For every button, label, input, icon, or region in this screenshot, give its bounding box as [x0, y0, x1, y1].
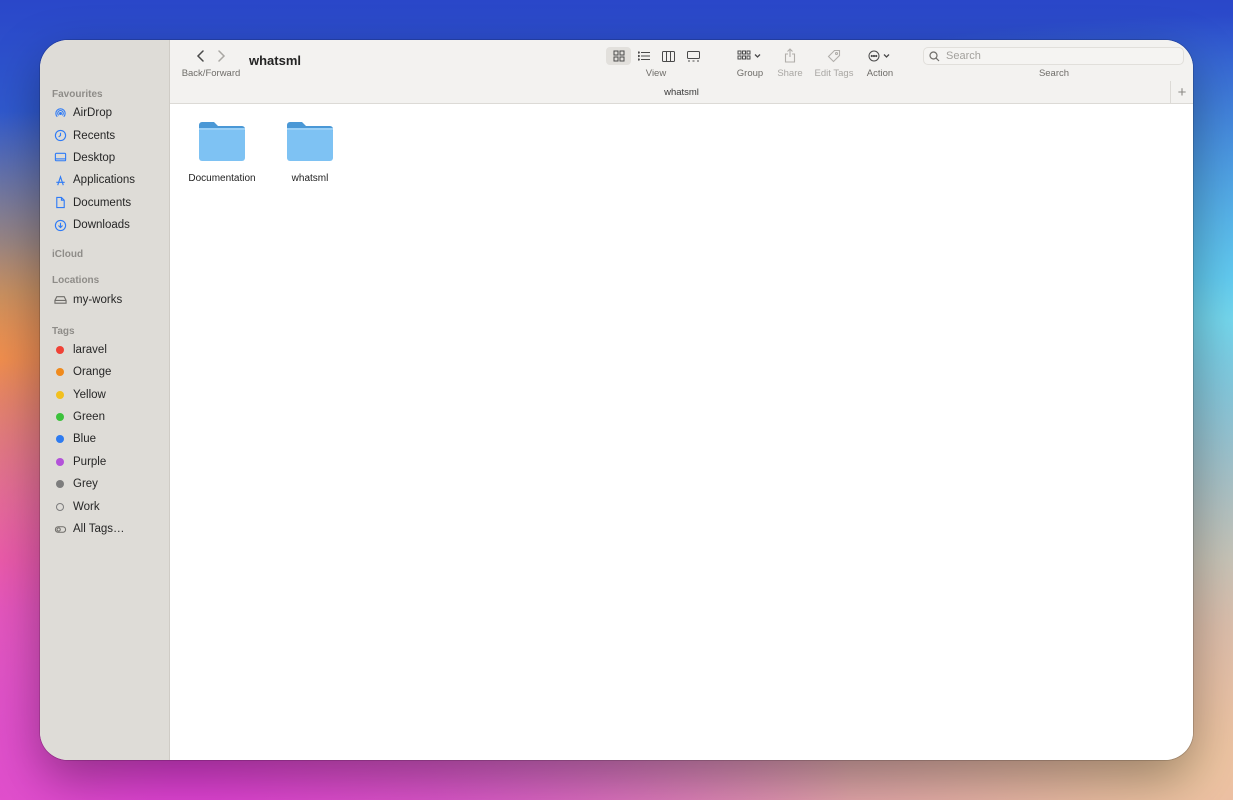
action-label: Action — [866, 68, 894, 79]
columns-icon — [662, 50, 675, 62]
share-label: Share — [777, 68, 803, 79]
drive-icon — [53, 293, 67, 307]
sidebar-item-desktop[interactable]: Desktop — [40, 147, 169, 169]
sidebar-item-label: Purple — [73, 455, 107, 468]
window-title: whatsml — [249, 53, 302, 68]
icon-view-button[interactable] — [606, 47, 631, 65]
folder-icon — [199, 122, 245, 161]
sidebar-section-favourites: Favourites — [52, 89, 103, 100]
sidebar-item-label: All Tags… — [73, 523, 125, 536]
sidebar-tag-blue[interactable]: Blue — [40, 428, 169, 450]
chevron-right-icon — [218, 50, 226, 62]
tag-dot-icon — [53, 365, 67, 379]
sidebar-item-label: Yellow — [73, 388, 106, 401]
sidebar-item-label: my-works — [73, 293, 123, 306]
sidebar-item-airdrop[interactable]: AirDrop — [40, 102, 169, 124]
tag-dot-icon — [53, 477, 67, 491]
document-icon — [53, 196, 67, 210]
sidebar-item-label: Grey — [73, 478, 98, 491]
tag-dot-icon — [53, 455, 67, 469]
edit-tags-label: Edit Tags — [814, 68, 854, 79]
column-view-button[interactable] — [656, 47, 681, 65]
sidebar-all-tags[interactable]: All Tags… — [40, 518, 169, 540]
list-view-button[interactable] — [631, 47, 656, 65]
sidebar-item-label: AirDrop — [73, 107, 112, 120]
search-field[interactable] — [923, 47, 1184, 65]
tag-icon — [827, 49, 841, 62]
sidebar-tag-laravel[interactable]: laravel — [40, 339, 169, 361]
sidebar-item-label: Work — [73, 500, 100, 513]
sidebar-tag-purple[interactable]: Purple — [40, 451, 169, 473]
folder-item-whatsml[interactable]: whatsml — [270, 119, 350, 184]
sidebar-section-icloud[interactable]: iCloud — [40, 247, 169, 262]
tag-dot-icon — [53, 388, 67, 402]
search-label: Search — [1038, 68, 1070, 79]
view-switcher — [606, 47, 706, 65]
folder-icon — [287, 122, 333, 161]
tag-dot-icon — [53, 343, 67, 357]
airdrop-icon — [53, 106, 67, 120]
group-button[interactable] — [735, 48, 765, 64]
sidebar-item-applications[interactable]: Applications — [40, 169, 169, 191]
action-button[interactable] — [867, 48, 895, 64]
plus-icon: + — [1177, 84, 1187, 101]
new-tab-button[interactable]: + — [1170, 81, 1193, 104]
back-button[interactable] — [192, 48, 210, 64]
sidebar-tag-grey[interactable]: Grey — [40, 473, 169, 495]
sidebar-item-label: Green — [73, 411, 105, 424]
sidebar: Favourites AirDrop Recents Desktop Appli… — [40, 40, 170, 760]
sidebar-item-documents[interactable]: Documents — [40, 192, 169, 214]
search-icon — [929, 50, 940, 61]
sidebar-section-locations: Locations — [52, 275, 100, 287]
sidebar-item-label: Downloads — [73, 219, 130, 232]
sidebar-item-label: Orange — [73, 366, 112, 379]
list-icon — [637, 51, 650, 61]
toolbar: Back/Forward whatsml View Group Share Ed… — [170, 40, 1193, 104]
view-label: View — [645, 68, 667, 79]
sidebar-item-downloads[interactable]: Downloads — [40, 214, 169, 236]
sidebar-item-recents[interactable]: Recents — [40, 124, 169, 146]
back-forward-label: Back/Forward — [181, 68, 241, 79]
grid-icon — [613, 50, 624, 62]
gallery-icon — [687, 50, 700, 61]
path-bar-title: whatsml — [664, 87, 699, 98]
share-icon — [784, 48, 796, 63]
all-tags-icon — [53, 522, 67, 536]
tag-dot-icon — [53, 410, 67, 424]
sidebar-tag-work[interactable]: Work — [40, 495, 169, 517]
main-area: Back/Forward whatsml View Group Share Ed… — [170, 40, 1193, 760]
forward-button[interactable] — [212, 48, 230, 64]
share-button[interactable] — [782, 47, 798, 64]
sidebar-item-label: Desktop — [73, 151, 116, 164]
tag-dot-icon — [53, 500, 67, 514]
sidebar-item-label: Applications — [73, 174, 136, 187]
sidebar-item-label: Blue — [73, 433, 97, 446]
download-icon — [53, 218, 67, 232]
file-name: whatsml — [291, 173, 329, 184]
group-label: Group — [736, 68, 764, 79]
ellipsis-circle-icon — [868, 50, 890, 62]
file-name: Documentation — [188, 173, 256, 184]
group-grid-icon — [737, 50, 761, 60]
desktop-icon — [53, 151, 67, 165]
applications-icon — [53, 173, 67, 187]
search-input[interactable] — [946, 50, 1166, 62]
folder-item-documentation[interactable]: Documentation — [182, 119, 262, 184]
edit-tags-button[interactable] — [826, 47, 842, 64]
sidebar-section-tags: Tags — [52, 325, 75, 337]
finder-window: Favourites AirDrop Recents Desktop Appli… — [40, 40, 1193, 760]
sidebar-item-label: Documents — [73, 196, 132, 209]
gallery-view-button[interactable] — [681, 47, 706, 65]
file-browser: Documentation whatsml — [170, 104, 1193, 760]
sidebar-item-label: laravel — [73, 343, 107, 356]
sidebar-tag-orange[interactable]: Orange — [40, 361, 169, 383]
sidebar-item-label: Recents — [73, 129, 116, 142]
sidebar-tag-green[interactable]: Green — [40, 406, 169, 428]
chevron-left-icon — [196, 50, 204, 62]
clock-icon — [53, 129, 67, 143]
tag-dot-icon — [53, 432, 67, 446]
sidebar-item-my-works[interactable]: my-works — [40, 288, 169, 310]
sidebar-tag-yellow[interactable]: Yellow — [40, 384, 169, 406]
